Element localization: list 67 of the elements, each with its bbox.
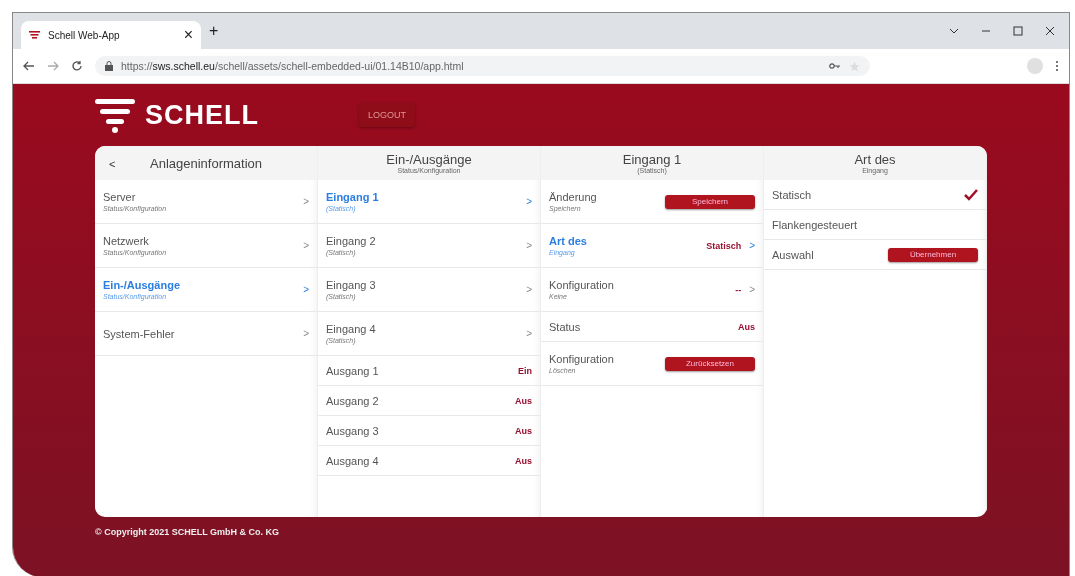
- option-item[interactable]: Statisch: [764, 180, 986, 210]
- column-title: Ein-/Ausgänge: [386, 152, 472, 167]
- item-title: Ausgang 2: [326, 394, 380, 407]
- item-title: Konfiguration: [549, 353, 615, 365]
- chevron: >: [749, 284, 755, 295]
- action-button[interactable]: Übernehmen: [888, 247, 978, 262]
- item-value: Aus: [515, 425, 532, 436]
- maximize-icon[interactable]: [1013, 26, 1023, 36]
- back-button[interactable]: <: [109, 158, 116, 170]
- column-title: Anlageninformation: [150, 155, 262, 171]
- column-title: Art des: [854, 152, 896, 167]
- item-title: Ausgang 1: [326, 364, 380, 377]
- item-title: Änderung: [549, 191, 598, 203]
- chevron-down-icon[interactable]: [949, 26, 959, 36]
- item-value: Aus: [738, 321, 755, 332]
- item-value: Aus: [515, 395, 532, 406]
- tab-title: Schell Web-App: [48, 29, 121, 41]
- menu-icon[interactable]: [1055, 60, 1059, 72]
- option-label: Flankengesteuert: [772, 218, 858, 231]
- chevron: >: [749, 240, 755, 251]
- list-item[interactable]: System-Fehler >: [95, 312, 317, 356]
- action-button[interactable]: Speichern: [665, 194, 755, 209]
- item-title: Art des: [549, 235, 588, 247]
- item-title: Ausgang 3: [326, 424, 380, 437]
- chevron: >: [303, 196, 309, 207]
- reload-icon[interactable]: [71, 60, 83, 72]
- chevron: >: [526, 328, 532, 339]
- item-title: Ausgang 4: [326, 454, 380, 467]
- logout-button[interactable]: LOGOUT: [359, 103, 415, 127]
- item-title: Eingang 1: [326, 191, 380, 203]
- logo-text: SCHELL: [145, 99, 259, 131]
- lock-icon: [105, 61, 113, 71]
- option-item[interactable]: Flankengesteuert: [764, 210, 986, 240]
- item-value: Aus: [515, 455, 532, 466]
- item-title: Server: [103, 191, 137, 203]
- browser-tab[interactable]: Schell Web-App ×: [21, 21, 201, 49]
- item-title: Netzwerk: [103, 235, 150, 247]
- item-title: System-Fehler: [103, 327, 176, 340]
- logo-icon: [29, 30, 40, 40]
- back-icon[interactable]: [23, 60, 35, 72]
- item-title: Eingang 4: [326, 323, 377, 335]
- item-title: Eingang 2: [326, 235, 377, 247]
- option-label: Statisch: [772, 188, 813, 201]
- close-tab-button[interactable]: ×: [183, 27, 193, 43]
- item-title: Ein-/Ausgänge: [103, 279, 181, 291]
- key-icon[interactable]: [829, 62, 841, 70]
- item-value: --: [735, 284, 742, 295]
- chevron: >: [303, 240, 309, 251]
- chevron: >: [526, 196, 532, 207]
- new-tab-button[interactable]: +: [209, 23, 219, 39]
- logo-icon: [95, 97, 135, 133]
- item-title: Auswahl: [772, 248, 815, 261]
- chevron: >: [303, 328, 309, 339]
- close-icon[interactable]: [1045, 26, 1055, 36]
- item-value: Statisch: [706, 240, 742, 251]
- chevron: >: [526, 240, 532, 251]
- url-text: https://sws.schell.eu/schell/assets/schell-embedded-ui/01.14B10/app.html: [121, 60, 465, 72]
- item-value: Ein: [518, 365, 532, 376]
- item-title: Konfiguration: [549, 279, 615, 291]
- item-title: Status: [549, 320, 582, 333]
- chevron: >: [303, 284, 309, 295]
- address-bar[interactable]: https://sws.schell.eu/schell/assets/schell-embedded-ui/01.14B10/app.html: [95, 56, 870, 76]
- action-button[interactable]: Zurücksetzen: [665, 356, 755, 371]
- chevron: >: [526, 284, 532, 295]
- item-title: Eingang 3: [326, 279, 377, 291]
- column-title: Eingang 1: [622, 152, 682, 167]
- copyright-text: © Copyright 2021 SCHELL GmbH & Co. KG: [95, 526, 280, 537]
